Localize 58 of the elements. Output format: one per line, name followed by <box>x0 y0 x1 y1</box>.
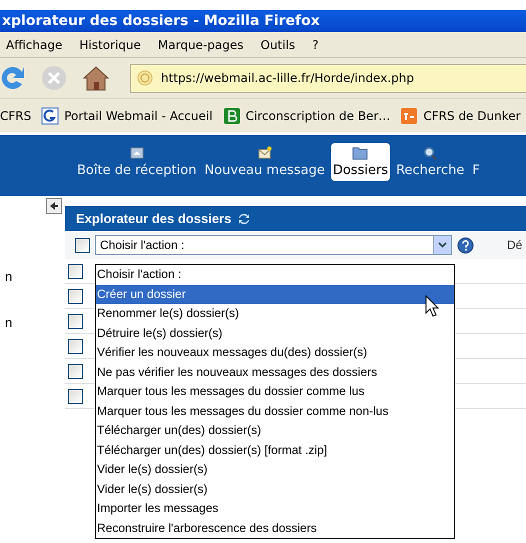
help-icon[interactable] <box>457 236 474 254</box>
folder-icon <box>351 146 370 160</box>
home-icon[interactable] <box>82 64 110 92</box>
dropdown-option[interactable]: Reconstruire l'arborescence des dossiers <box>96 518 454 538</box>
menu-item[interactable]: Affichage <box>6 38 62 52</box>
nav-tab[interactable]: Recherche <box>394 143 466 181</box>
collapse-button[interactable] <box>46 198 62 214</box>
nav-tab[interactable]: Dossiers <box>330 143 390 181</box>
address-field[interactable]: https://webmail.ac-lille.fr/Horde/index.php <box>130 64 526 92</box>
dropdown-option[interactable]: Importer les messages <box>96 499 454 518</box>
nav-tab[interactable]: Nouveau message <box>202 143 327 181</box>
checkbox[interactable] <box>68 314 83 328</box>
menu-item[interactable]: Historique <box>79 38 141 52</box>
checkbox[interactable] <box>68 288 83 304</box>
dropdown-option[interactable]: Vider le(s) dossier(s) <box>96 480 454 499</box>
menu-item[interactable]: Outils <box>260 38 296 52</box>
caret-icon <box>438 242 447 248</box>
inbox-icon <box>128 146 145 160</box>
arrow-icon <box>49 201 59 211</box>
dropdown-option[interactable]: Télécharger un(des) dossier(s) [format .zip] <box>96 440 454 460</box>
dropdown-option[interactable]: Télécharger un(des) dossier(s) <box>96 421 454 440</box>
checkbox[interactable] <box>68 364 83 378</box>
menu-item[interactable]: Marque-pages <box>158 38 244 52</box>
reload-icon[interactable] <box>0 64 26 92</box>
checkbox[interactable] <box>68 388 83 404</box>
checkbox[interactable] <box>68 338 83 354</box>
bookmark-link[interactable]: Circonscription de Ber… <box>246 108 390 122</box>
dropdown-option[interactable]: Marquer tous les messages du dossier comme non-lus <box>96 402 454 421</box>
dropdown-option[interactable]: Vérifier les nouveaux messages du(des) dossier(s) <box>96 343 454 362</box>
dropdown-option[interactable]: Vider le(s) dossier(s) <box>96 460 454 480</box>
bookmark-link[interactable]: Portail Webmail - Accueil <box>64 108 213 122</box>
bookmark-link[interactable]: CFRS <box>0 108 32 122</box>
bookmark-link[interactable]: CFRS de Dunker <box>423 108 521 122</box>
dropdown-option[interactable]: Renommer le(s) dossier(s) <box>96 304 454 324</box>
bookmark-icon <box>400 106 418 124</box>
dropdown-option[interactable]: Détruire le(s) dossier(s) <box>96 324 454 343</box>
dropdown-option[interactable]: Choisir l'action : <box>96 265 454 284</box>
site-icon <box>137 70 153 86</box>
g-icon <box>41 106 60 124</box>
menu-item[interactable]: ? <box>312 38 319 52</box>
panel-title: Explorateur des dossiers <box>76 211 232 226</box>
nav-tab[interactable]: F <box>470 143 482 181</box>
refresh-icon[interactable] <box>237 212 252 226</box>
sidebar-item[interactable]: n <box>5 269 46 284</box>
dropdown-option[interactable]: Créer un dossier <box>96 284 454 304</box>
column-header: Dé <box>507 238 522 252</box>
dropdown-option[interactable]: Ne pas vérifier les nouveaux messages des dossiers <box>96 362 454 382</box>
nav-tab[interactable]: Boîte de réception <box>75 143 198 181</box>
checkbox[interactable] <box>75 238 90 252</box>
window-title: xplorateur des dossiers - Mozilla Firefox <box>0 10 526 32</box>
envelope-icon <box>256 146 273 160</box>
checkbox[interactable] <box>68 264 83 278</box>
search-icon <box>422 146 438 160</box>
bookmark-icon <box>222 106 241 124</box>
dropdown-option[interactable]: Marquer tous les messages du dossier comme lus <box>96 382 454 402</box>
action-dropdown[interactable]: Choisir l'action : <box>95 235 452 255</box>
sidebar-item[interactable]: n <box>5 315 46 330</box>
cursor-icon <box>425 295 439 317</box>
